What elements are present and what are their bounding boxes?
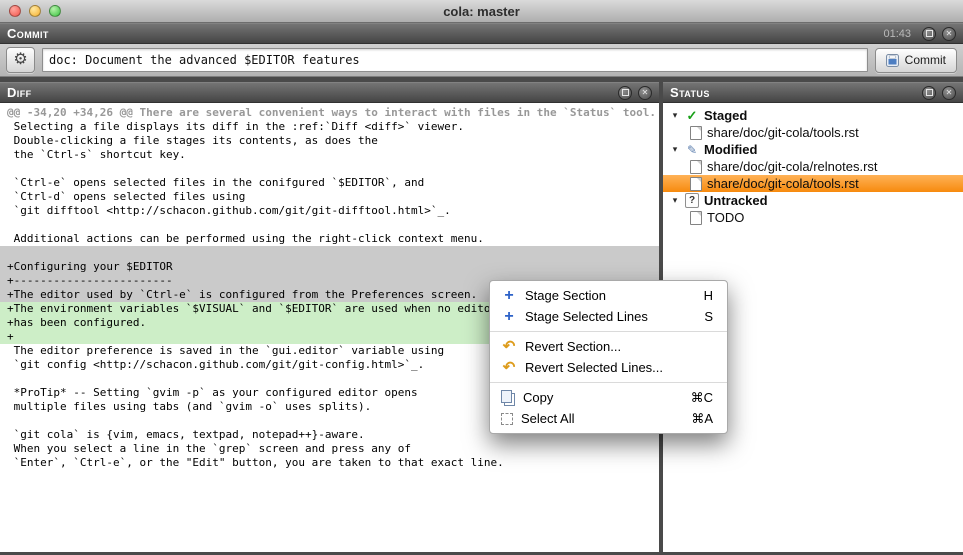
diff-line[interactable]: `Ctrl-d` opens selected files using — [0, 190, 659, 204]
menu-shortcut: ⌘C — [691, 390, 713, 406]
status-float-button[interactable] — [922, 86, 936, 100]
staged-check-icon: ✓ — [685, 108, 699, 124]
menu-item-label: Revert Section... — [525, 339, 621, 354]
titlebar[interactable]: cola: master — [0, 0, 963, 23]
menu-shortcut: H — [704, 288, 713, 303]
commit-options-button[interactable]: ⚙ — [6, 47, 35, 73]
diff-dock-header: Diff ✕ — [0, 82, 659, 103]
status-category-staged[interactable]: ▾ ✓ Staged — [663, 107, 963, 124]
revert-undo-icon: ↶ — [501, 360, 517, 375]
traffic-lights — [9, 5, 61, 17]
commit-message-input[interactable] — [42, 48, 868, 72]
minimize-window-button[interactable] — [29, 5, 41, 17]
commit-button[interactable]: Commit — [875, 48, 957, 73]
category-label: Modified — [704, 142, 757, 157]
app-window: cola: master Commit 01:43 ✕ ⚙ Commit Dif… — [0, 0, 963, 555]
disclosure-triangle-icon[interactable]: ▾ — [670, 144, 680, 155]
disclosure-triangle-icon[interactable]: ▾ — [670, 110, 680, 121]
diff-line[interactable]: the `Ctrl-s` shortcut key. — [0, 148, 659, 162]
diff-float-button[interactable] — [618, 86, 632, 100]
menu-separator — [490, 331, 727, 332]
commit-button-label: Commit — [905, 53, 946, 67]
gear-icon: ⚙ — [13, 52, 27, 68]
main-area: Diff ✕ @@ -34,20 +34,26 @@ There are sev… — [0, 77, 963, 555]
commit-dock-header: Commit 01:43 ✕ — [0, 23, 963, 44]
window-title: cola: master — [443, 4, 520, 19]
status-file-row[interactable]: share/doc/git-cola/tools.rst — [663, 175, 963, 192]
menu-item-select-all[interactable]: Select All ⌘A — [490, 408, 727, 429]
file-label: share/doc/git-cola/tools.rst — [707, 125, 859, 140]
diff-line[interactable]: Selecting a file displays its diff in th… — [0, 120, 659, 134]
commit-float-button[interactable] — [922, 27, 936, 41]
menu-item-label: Copy — [523, 390, 553, 405]
menu-item-label: Stage Section — [525, 288, 606, 303]
file-icon — [690, 160, 702, 174]
commit-icon — [886, 54, 899, 67]
copy-icon — [501, 390, 512, 403]
status-category-modified[interactable]: ▾ ✎ Modified — [663, 141, 963, 158]
diff-line[interactable]: Additional actions can be performed usin… — [0, 232, 659, 246]
diff-line[interactable]: +Configuring your $EDITOR — [0, 260, 659, 274]
revert-undo-icon: ↶ — [501, 339, 517, 354]
close-window-button[interactable] — [9, 5, 21, 17]
category-label: Untracked — [704, 193, 768, 208]
menu-shortcut: S — [704, 309, 713, 324]
menu-separator — [490, 382, 727, 383]
stage-plus-icon: + — [501, 288, 517, 304]
diff-line[interactable] — [0, 162, 659, 176]
diff-close-button[interactable]: ✕ — [638, 86, 652, 100]
menu-item-stage-section[interactable]: + Stage Section H — [490, 285, 727, 306]
file-icon — [690, 126, 702, 140]
diff-line[interactable]: `Enter`, `Ctrl-e`, or the "Edit" button,… — [0, 456, 659, 470]
file-label: share/doc/git-cola/tools.rst — [707, 176, 859, 191]
status-dock-title: Status — [670, 86, 710, 99]
status-file-row[interactable]: share/doc/git-cola/tools.rst — [663, 124, 963, 141]
diff-line[interactable] — [0, 246, 659, 260]
disclosure-triangle-icon[interactable]: ▾ — [670, 195, 680, 206]
menu-shortcut: ⌘A — [691, 411, 713, 427]
file-label: TODO — [707, 210, 744, 225]
menu-item-revert-section[interactable]: ↶ Revert Section... — [490, 336, 727, 357]
diff-line[interactable] — [0, 218, 659, 232]
diff-line[interactable]: @@ -34,20 +34,26 @@ There are several co… — [0, 106, 659, 120]
untracked-question-icon: ? — [685, 193, 699, 208]
float-icon — [926, 89, 933, 96]
zoom-window-button[interactable] — [49, 5, 61, 17]
category-label: Staged — [704, 108, 747, 123]
diff-line[interactable]: `Ctrl-e` opens selected files in the con… — [0, 176, 659, 190]
context-menu: + Stage Section H + Stage Selected Lines S ↶ Re… — [489, 280, 728, 434]
commit-timer: 01:43 — [883, 28, 911, 40]
status-category-untracked[interactable]: ▾? Untracked — [663, 192, 963, 209]
stage-plus-icon: + — [501, 309, 517, 325]
diff-line[interactable]: When you select a line in the `grep` scr… — [0, 442, 659, 456]
status-file-row[interactable]: share/doc/git-cola/relnotes.rst — [663, 158, 963, 175]
diff-dock-title: Diff — [7, 86, 31, 99]
commit-close-button[interactable]: ✕ — [942, 27, 956, 41]
status-close-button[interactable]: ✕ — [942, 86, 956, 100]
close-icon: ✕ — [642, 89, 649, 97]
close-icon: ✕ — [946, 89, 953, 97]
menu-item-label: Select All — [521, 411, 574, 426]
menu-item-revert-selected-lines[interactable]: ↶ Revert Selected Lines... — [490, 357, 727, 378]
status-file-row[interactable]: TODO — [663, 209, 963, 226]
diff-line[interactable]: Double-clicking a file stages its conten… — [0, 134, 659, 148]
commit-toolbar: ⚙ Commit — [0, 44, 963, 77]
menu-item-copy[interactable]: Copy ⌘C — [490, 387, 727, 408]
menu-item-label: Stage Selected Lines — [525, 309, 648, 324]
close-icon: ✕ — [946, 30, 953, 38]
modified-pencil-icon: ✎ — [685, 143, 699, 157]
file-icon — [690, 177, 702, 191]
float-icon — [622, 89, 629, 96]
menu-item-stage-selected-lines[interactable]: + Stage Selected Lines S — [490, 306, 727, 327]
commit-dock-title: Commit — [7, 27, 49, 40]
diff-line[interactable]: `git difftool <http://schacon.github.com… — [0, 204, 659, 218]
float-icon — [926, 30, 933, 37]
select-all-icon — [501, 413, 513, 425]
menu-item-label: Revert Selected Lines... — [525, 360, 663, 375]
status-dock-header: Status ✕ — [663, 82, 963, 103]
file-label: share/doc/git-cola/relnotes.rst — [707, 159, 878, 174]
file-icon — [690, 211, 702, 225]
